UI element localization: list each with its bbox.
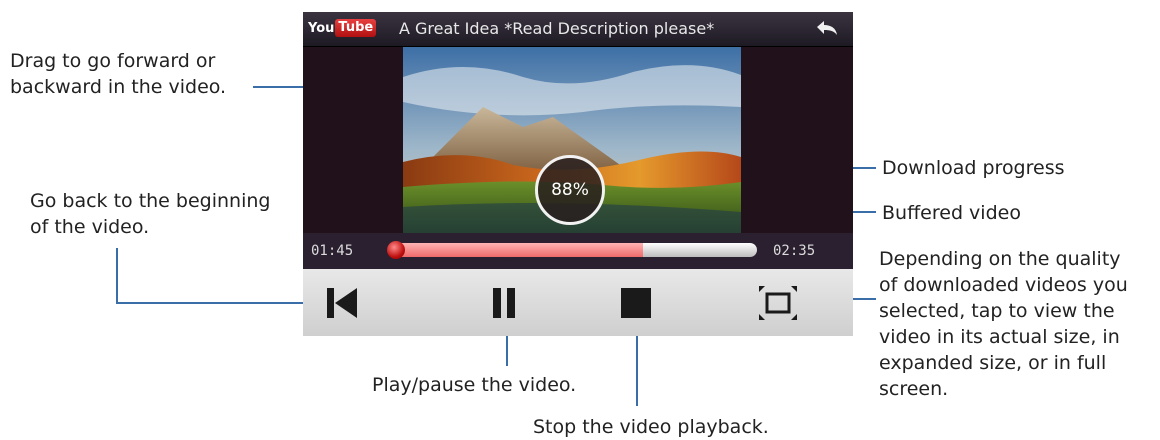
stop-button[interactable] [611, 282, 661, 324]
time-total: 02:35 [773, 243, 816, 259]
title-bar: You Tube A Great Idea *Read Description p… [303, 12, 853, 47]
callout-quality-line2: of downloaded videos you [879, 274, 1128, 296]
callout-quality-line5: expanded size, or in full [879, 352, 1107, 374]
callout-quality-line3: selected, tap to view the [879, 300, 1115, 322]
youtube-logo: You Tube [308, 19, 377, 39]
callout-download-progress: Download progress [882, 157, 1065, 179]
callout-quality-line6: screen. [879, 378, 949, 400]
callout-drag-line2: backward in the video. [10, 76, 227, 98]
pause-icon [493, 288, 515, 318]
control-bar [303, 269, 853, 336]
back-button[interactable] [811, 16, 843, 42]
seek-handle[interactable] [387, 241, 405, 259]
time-elapsed: 01:45 [311, 243, 354, 259]
fullscreen-icon [759, 286, 797, 320]
callout-drag-seek: Drag to go forward or backward in the vi… [10, 48, 226, 100]
back-arrow-icon [817, 21, 837, 35]
youtube-logo-tube: Tube [335, 19, 377, 37]
fullscreen-button[interactable] [753, 282, 803, 324]
leader-beginning-v [116, 248, 118, 303]
seek-bar-area: 01:45 02:35 [303, 233, 853, 269]
skip-to-start-icon [327, 288, 357, 318]
callout-beginning-line1: Go back to the beginning [30, 190, 271, 212]
video-viewport[interactable]: 88% [303, 47, 853, 233]
video-player: You Tube A Great Idea *Read Description p… [303, 12, 853, 336]
callout-stop: Stop the video playback. [533, 416, 769, 438]
callout-beginning-line2: of the video. [30, 216, 150, 238]
leader-beginning-h [116, 302, 326, 304]
youtube-logo-you: You [308, 21, 335, 36]
callout-quality-line1: Depending on the quality [879, 248, 1121, 270]
callout-quality: Depending on the quality of downloaded v… [879, 246, 1128, 402]
callout-play-pause: Play/pause the video. [372, 374, 577, 396]
seek-track[interactable] [389, 243, 757, 257]
pause-button[interactable] [481, 282, 531, 324]
buffered-progress [389, 243, 643, 257]
callout-quality-line4: video in its actual size, in [879, 326, 1120, 348]
skip-to-start-button[interactable] [321, 282, 371, 324]
stop-icon [621, 288, 651, 318]
callout-buffered-video: Buffered video [882, 202, 1021, 224]
callout-drag-line1: Drag to go forward or [10, 50, 216, 72]
video-title: A Great Idea *Read Description please* [399, 19, 715, 38]
download-progress-indicator: 88% [535, 155, 605, 225]
callout-back-to-beginning: Go back to the beginning of the video. [30, 188, 270, 240]
